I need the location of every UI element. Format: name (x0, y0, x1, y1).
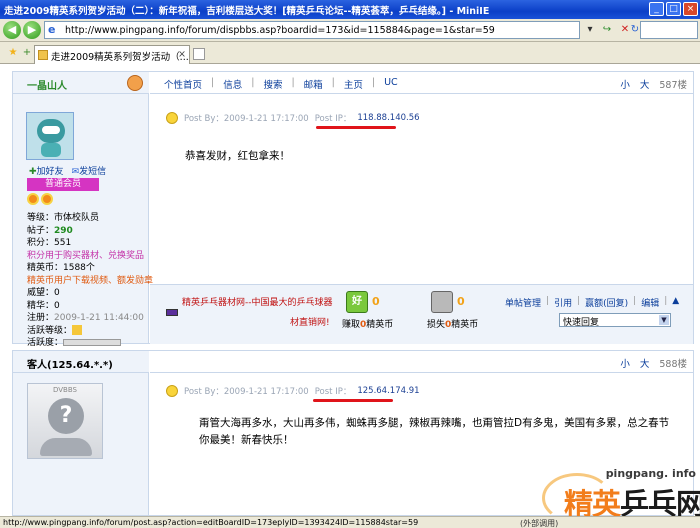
author-panel: ✚加好友 ✉发短信 普通会员 等级：市体校队员 帖子：290 积分：551 积分… (13, 94, 153, 348)
medal-icon (27, 193, 39, 205)
menu-mail[interactable]: 邮箱 (304, 77, 323, 91)
minimize-icon[interactable]: _ (649, 2, 664, 16)
author-stats: 等级：市体校队员 帖子：290 积分：551 积分用于购买器材、兑换奖品 精英币… (27, 213, 154, 348)
medal-icon (41, 193, 53, 205)
author-header: 一晶山人 (13, 72, 149, 94)
window-title: 走进2009精英系列贺岁活动（二）：新年祝福，吉利楼层送大奖！[精英乒乓论坛--… (4, 6, 490, 17)
good-count: 0 (372, 295, 380, 308)
search-input[interactable] (640, 21, 698, 39)
go-icon[interactable]: ↪ (600, 23, 614, 37)
close-icon[interactable]: × (683, 2, 698, 16)
font-large-link[interactable]: 大 (640, 356, 650, 370)
good-vote-icon[interactable]: 好 (346, 291, 368, 313)
activity-bar (63, 339, 122, 346)
bad-vote-icon[interactable] (431, 291, 453, 313)
face-icon (127, 75, 143, 91)
quote-link[interactable]: 引用 (554, 296, 572, 309)
signature-link[interactable]: 精英乒乓器材网--中国最大的乒乓球器 (182, 295, 333, 308)
add-favorite-icon[interactable]: + (20, 46, 34, 60)
font-small-link[interactable]: 小 (620, 77, 630, 91)
chevron-down-icon: ▼ (659, 315, 669, 325)
post-content: 甭管大海再多水，大山再多伟，蜘蛛再多腿，辣椒再辣嘴，也甭管拉D有多鬼，美国有多累… (199, 417, 670, 446)
menu-search[interactable]: 搜索 (263, 77, 282, 91)
window-title-bar: 走进2009精英系列贺岁活动（二）：新年祝福，吉利楼层送大奖！[精英乒乓论坛--… (0, 0, 700, 19)
reply-link[interactable]: 赢额(回复) (585, 296, 628, 309)
font-small-link[interactable]: 小 (620, 356, 630, 370)
star-icon (72, 325, 83, 335)
post-meta: Post By：2009-1-21 17:17:00 Post IP： 125.… (166, 385, 420, 397)
medals (27, 193, 53, 205)
smiley-icon (166, 385, 178, 397)
user-menu: 个性首页 | 信息 | 搜索 | 邮箱 | 主页 | UC (164, 77, 398, 91)
menu-profile[interactable]: 个性首页 (164, 77, 202, 91)
menu-info[interactable]: 信息 (223, 77, 242, 91)
add-friend-link[interactable]: ✚加好友 (29, 164, 64, 177)
page-icon (38, 50, 48, 60)
good-label: 赚取0精英币 (342, 320, 394, 330)
signature-row: 精英乒乓器材网--中国最大的乒乓球器 材直销网! 好 0 赚取0精英币 0 损失… (150, 284, 693, 344)
maximize-icon[interactable]: □ (666, 2, 681, 16)
post-ip[interactable]: 125.64.174.91 (357, 386, 419, 396)
post-587: 一晶山人 ✚加好友 ✉发短信 普通会员 等级：市体校队员 帖子：290 积分：5… (12, 71, 694, 348)
top-icon[interactable]: ▲ (672, 296, 679, 309)
status-right: (外部调用) (520, 519, 559, 528)
post-meta: Post By：2009-1-21 17:17:00 Post IP： 118.… (166, 112, 420, 124)
ie-icon: e (48, 23, 56, 36)
status-bar: http://www.pingpang.info/forum/post.asp?… (0, 516, 700, 528)
post-ip[interactable]: 118.88.140.56 (357, 113, 419, 123)
smiley-icon (166, 112, 178, 124)
author-name: 客人(125.64.*.*) (27, 360, 113, 371)
forward-icon[interactable]: ▶ (23, 21, 41, 39)
ip-underline (316, 126, 396, 129)
back-icon[interactable]: ◀ (3, 21, 21, 39)
bad-label: 损失0精英币 (427, 320, 479, 330)
tab-current[interactable]: 走进2009精英系列贺岁活动（... × (34, 45, 190, 64)
post-toolbar: 小 大 588楼 (150, 351, 693, 373)
post-actions: 单帖管理 | 引用 | 赢额(回复) | 编辑 | ▲ (505, 296, 680, 309)
signature-link-2[interactable]: 材直销网! (290, 315, 330, 328)
address-toolbar: ◀ ▶ e http://www.pingpang.info/forum/dis… (0, 19, 700, 42)
new-tab-icon[interactable] (193, 48, 205, 60)
watermark-site: pingpang. info (605, 467, 696, 480)
question-icon: ? (48, 398, 84, 434)
tab-bar: ★ + 走进2009精英系列贺岁活动（... × (0, 42, 700, 64)
avatar (26, 112, 74, 160)
quick-reply-select[interactable]: 快速回复 ▼ (559, 313, 671, 328)
address-url: http://www.pingpang.info/forum/dispbbs.a… (65, 25, 495, 36)
author-name[interactable]: 一晶山人 (27, 77, 67, 92)
favorites-icon[interactable]: ★ (6, 46, 20, 60)
author-panel: DVBBS ? (13, 373, 149, 515)
floor-number: 587楼 (659, 80, 687, 91)
rd-icon (166, 309, 178, 316)
bad-count: 0 (457, 295, 465, 308)
menu-homepage[interactable]: 主页 (344, 77, 363, 91)
menu-uc[interactable]: UC (384, 77, 398, 91)
post-content: 恭喜发财，红包拿来！ (185, 150, 290, 162)
floor-number: 588楼 (659, 359, 687, 370)
dropdown-icon[interactable]: ▾ (583, 23, 597, 37)
guest-avatar: DVBBS ? (27, 383, 103, 459)
tab-label: 走进2009精英系列贺岁活动（... (51, 52, 189, 63)
member-badge: 普通会员 (27, 178, 99, 191)
author-header: 客人(125.64.*.*) (13, 351, 149, 373)
font-large-link[interactable]: 大 (640, 77, 650, 91)
address-input[interactable]: e http://www.pingpang.info/forum/dispbbs… (44, 21, 580, 39)
manage-post-link[interactable]: 单帖管理 (505, 296, 541, 309)
ip-underline (313, 399, 393, 402)
status-url: http://www.pingpang.info/forum/post.asp?… (3, 518, 419, 527)
send-message-link[interactable]: ✉发短信 (72, 164, 107, 177)
page-content: 一晶山人 ✚加好友 ✉发短信 普通会员 等级：市体校队员 帖子：290 积分：5… (0, 64, 700, 523)
edit-link[interactable]: 编辑 (641, 296, 659, 309)
post-toolbar: 个性首页 | 信息 | 搜索 | 邮箱 | 主页 | UC 小 大 587楼 (150, 72, 693, 94)
tab-close-icon[interactable]: × (178, 49, 186, 60)
